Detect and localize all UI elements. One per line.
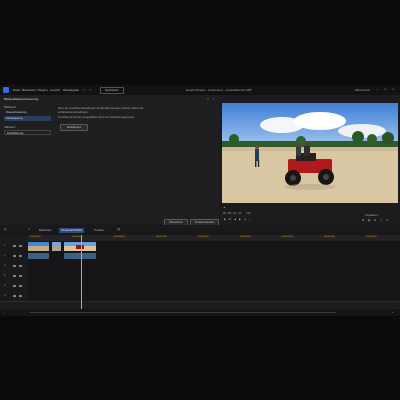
track-number: 2.	[4, 274, 6, 277]
sidebar-item-color-adjustment[interactable]: Farbanpassung	[4, 116, 51, 121]
snapshot-icon[interactable]: ◎	[244, 218, 246, 221]
timeline-scrubber-icon[interactable]: ▲	[223, 206, 226, 209]
zoom-in-icon[interactable]: +	[392, 311, 394, 314]
menu-file[interactable]: Datei	[13, 88, 20, 92]
zoom-out-icon[interactable]: −	[3, 311, 5, 314]
timeline-toolbar: ▤ ✦ Bearbeiten Storyboard-Modus Timeline…	[0, 225, 400, 235]
status-bar: − +	[0, 309, 400, 316]
sidebar-item-video-enhancement[interactable]: Videoverbesserung	[4, 110, 51, 115]
volume-icon[interactable]: ♪	[249, 218, 250, 221]
zoom-select[interactable]: Anpassen ▾	[365, 214, 379, 217]
ruler-tick: 00;00;24;00	[282, 236, 293, 238]
mode-select[interactable]: Clip	[246, 212, 250, 215]
prev-frame-icon[interactable]: ◀	[234, 218, 236, 221]
section-label-image: Bildbasiert	[4, 106, 17, 109]
track-lock-icon[interactable]	[13, 264, 16, 268]
track-number: 3.	[4, 284, 6, 287]
timecode: 00 ; 00 ; 01 ; 22	[223, 212, 242, 215]
undock-icon[interactable]: ⧉	[374, 219, 376, 222]
video-clip[interactable]	[28, 241, 49, 251]
tab-timeline[interactable]: Timeline	[92, 228, 106, 233]
storyboard-icon[interactable]: ▤	[4, 228, 6, 231]
video-clip[interactable]	[52, 241, 61, 251]
settings-icon[interactable]: ⚙	[386, 219, 388, 222]
ruler-tick: 00;00;32;00	[366, 236, 377, 238]
clip-thumbnail	[64, 241, 96, 251]
track-lock-icon[interactable]	[13, 284, 16, 288]
track-lock-icon[interactable]	[13, 244, 16, 248]
timeline-scrollbar[interactable]	[30, 312, 336, 313]
link-icon[interactable]: ⛓	[117, 228, 120, 231]
section-label-style: Stilbasiert	[4, 126, 16, 129]
stop-icon[interactable]: ■	[229, 218, 231, 221]
next-frame-icon[interactable]: ▶	[239, 218, 241, 221]
clip-thumbnail	[28, 241, 49, 251]
menu-bar: Datei Bearbeiten Plugins Ansicht Wiederg…	[0, 85, 400, 95]
preview-frame	[222, 103, 398, 203]
panel-close-icon[interactable]: ×	[213, 97, 215, 101]
ruler-tick: 00;00;12;00	[156, 236, 167, 238]
video-preview[interactable]	[222, 103, 398, 203]
description-line-2: auf Erweiterte Einstellungen.	[58, 111, 89, 114]
track-mute-icon[interactable]	[19, 254, 22, 258]
video-clip[interactable]	[64, 241, 96, 251]
undo-icon[interactable]: ↶	[83, 88, 86, 92]
safe-zone-icon[interactable]: ⊞	[362, 219, 364, 222]
panel-title: Bildqualitätsverbesserung	[4, 97, 39, 101]
minimize-icon[interactable]: –	[375, 87, 379, 91]
playhead[interactable]	[81, 235, 82, 315]
track-mute-icon[interactable]	[19, 294, 22, 298]
fullscreen-icon[interactable]: ⤢	[380, 219, 382, 222]
ruler-tick: 00;00;16;00	[198, 236, 209, 238]
magic-tools-icon[interactable]: ✦	[28, 228, 30, 231]
track-number: 2.	[4, 264, 6, 267]
grid-icon[interactable]: ▦	[368, 219, 370, 222]
window-title: Neues Projekt – Unbenannt – PowerDirecto…	[186, 88, 253, 92]
play-icon[interactable]: ▶	[224, 218, 226, 221]
menu-plugins[interactable]: Plugins	[38, 88, 48, 92]
ruler-tick: 00;00;28;00	[324, 236, 335, 238]
close-icon[interactable]: ×	[391, 87, 395, 91]
track-visibility-icon[interactable]	[19, 284, 22, 288]
account-link[interactable]: Mein Konto	[355, 88, 370, 92]
track-number: 3.	[4, 294, 6, 297]
tab-storyboard[interactable]: Storyboard-Modus	[59, 228, 85, 233]
menu-view[interactable]: Ansicht	[50, 88, 60, 92]
advanced-settings-button[interactable]: Einstellungen	[60, 124, 88, 131]
track-visibility-icon[interactable]	[19, 264, 22, 268]
clip-thumbnail	[52, 241, 61, 251]
track-visibility-icon[interactable]	[19, 244, 22, 248]
track-number: 1.	[4, 244, 6, 247]
description-line-3: Der Effekt wird auf den ausgewählten Cli…	[58, 116, 135, 119]
track-header: 3.	[0, 291, 28, 302]
enhancement-panel: Bildqualitätsverbesserung ? × Bildbasier…	[0, 95, 219, 226]
track-mute-icon[interactable]	[19, 274, 22, 278]
help-icon[interactable]: ?	[207, 97, 209, 101]
ruler-tick: 00;00;08;00	[114, 236, 125, 238]
audio-track-lane[interactable]	[28, 291, 400, 302]
tab-edit[interactable]: Bearbeiten	[37, 228, 54, 233]
audio-clip[interactable]	[64, 253, 96, 259]
track-lock-icon[interactable]	[13, 274, 16, 278]
track-lock-icon[interactable]	[13, 254, 16, 258]
menu-playback[interactable]: Wiedergabe	[63, 88, 79, 92]
maximize-icon[interactable]: □	[383, 87, 387, 91]
description-line-1: Wenn Sie zusätzliche Einstellungen auf d…	[58, 107, 144, 110]
track-number: 1.	[4, 254, 6, 257]
ruler-tick: 00;00;20;00	[240, 236, 251, 238]
app-window: Datei Bearbeiten Plugins Ansicht Wiederg…	[0, 85, 400, 316]
menu-edit[interactable]: Bearbeiten	[22, 88, 37, 92]
audio-clip[interactable]	[28, 253, 49, 259]
ruler-tick: 00;00;00;00	[30, 236, 41, 238]
sidebar-item-color-style[interactable]: Farbstilisierung	[4, 130, 51, 135]
track-lock-icon[interactable]	[13, 294, 16, 298]
redo-icon[interactable]: ↷	[89, 88, 92, 92]
app-logo-icon	[3, 87, 9, 93]
export-button[interactable]: Exportieren	[100, 87, 124, 94]
